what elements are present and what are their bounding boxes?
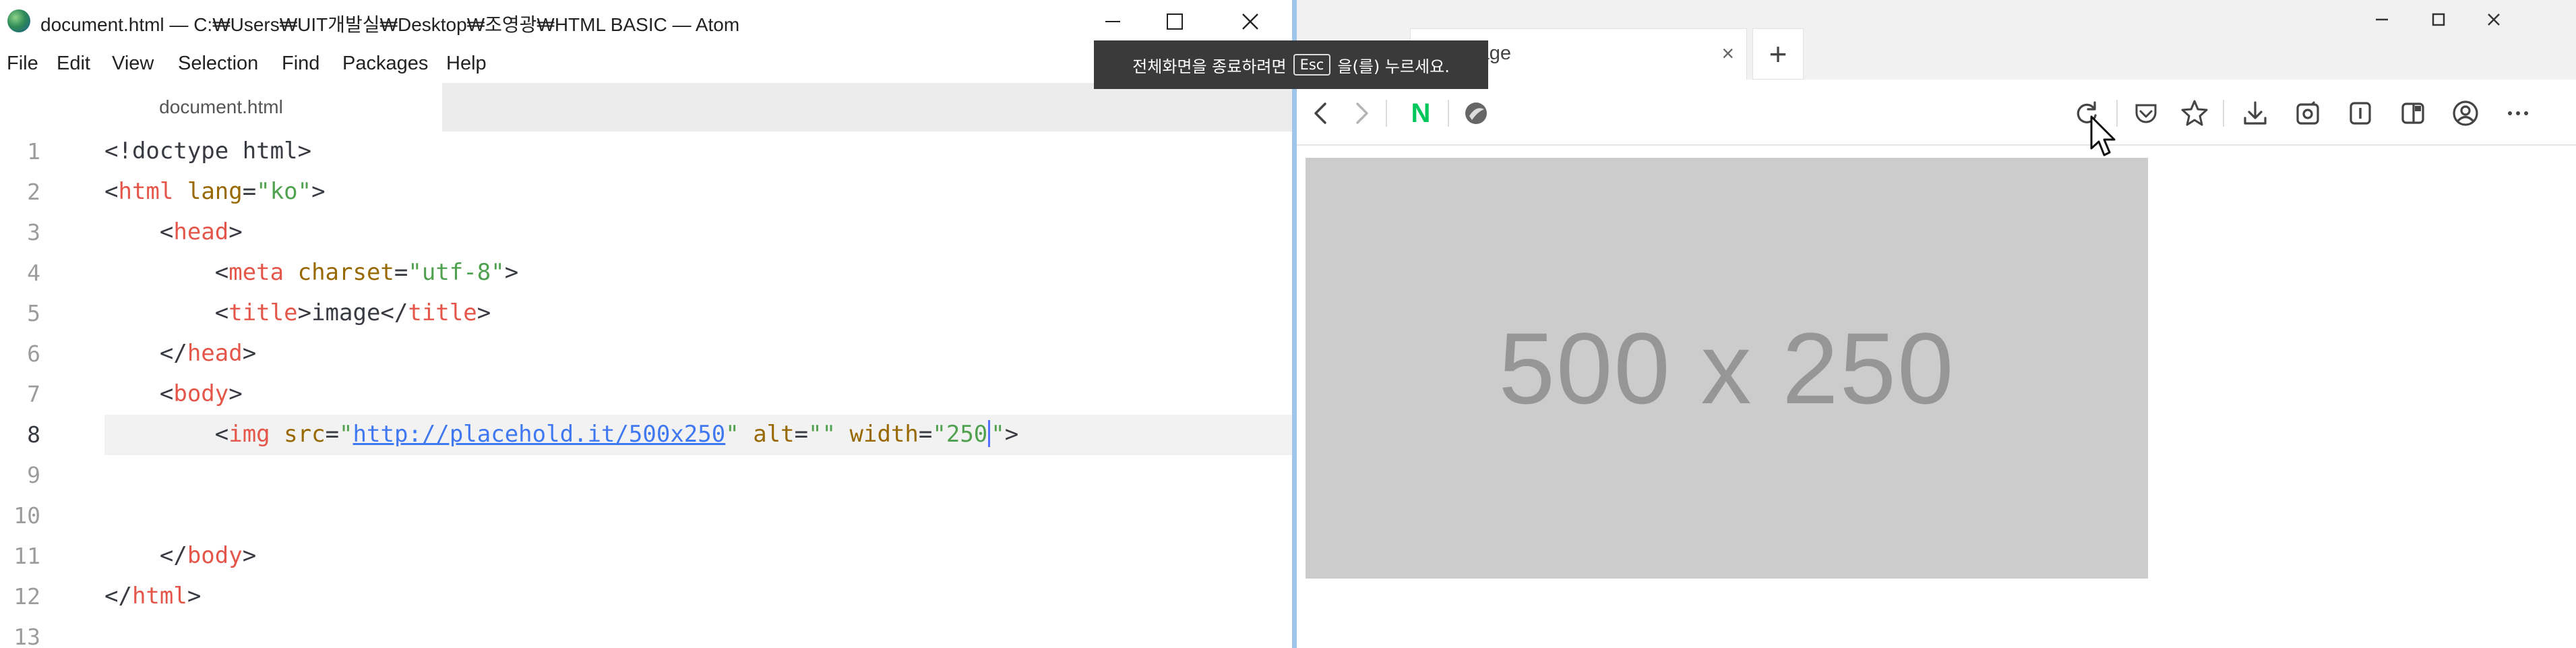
placeholder-label: 500 x 250 (1498, 311, 1955, 425)
code-line: 1 <!doctype html> (0, 131, 1292, 172)
bookmark-naver-icon[interactable]: N (1403, 96, 1438, 131)
naver-label: N (1411, 98, 1431, 128)
browser-tabstrip: image × + (1297, 0, 2576, 80)
code-line: 9 (0, 455, 1292, 496)
code-line: 8 <img src="http://placehold.it/500x250"… (0, 415, 1292, 455)
menu-find[interactable]: Find (282, 53, 319, 75)
menu-packages[interactable]: Packages (342, 53, 428, 75)
menu-selection[interactable]: Selection (178, 53, 258, 75)
placeholder-image: 500 x 250 (1306, 158, 2148, 579)
reader-icon[interactable] (2343, 96, 2378, 131)
close-icon[interactable] (1213, 4, 1287, 39)
download-icon[interactable] (2238, 96, 2273, 131)
line-number: 12 (13, 583, 40, 610)
code-line: 11 </body> (0, 536, 1292, 577)
code-line: 4 <meta charset="utf-8"> (0, 253, 1292, 293)
line-number: 8 (27, 421, 40, 448)
code-line: 3 <head> (0, 212, 1292, 253)
minimize-icon[interactable] (2355, 4, 2409, 35)
code-text: <img src="http://placehold.it/500x250" a… (104, 419, 1019, 448)
window-divider (1292, 0, 1297, 648)
code-text: <head> (104, 218, 243, 245)
maximize-icon[interactable] (2412, 4, 2465, 35)
code-text: <html lang="ko"> (104, 178, 326, 205)
browser-window: image × + N (1297, 0, 2576, 648)
line-number: 7 (27, 381, 40, 407)
page-content: 500 x 250 (1297, 146, 2576, 648)
tab-close-icon[interactable]: × (1721, 41, 1734, 66)
toolbar-separator (1386, 100, 1387, 127)
new-tab-button[interactable]: + (1752, 28, 1804, 80)
code-editor[interactable]: 1 <!doctype html> 2 <html lang="ko"> 3 <… (0, 131, 1292, 648)
code-text: <body> (104, 380, 243, 407)
atom-titlebar: document.html — C:₩Users₩UIT개발실₩Desktop₩… (0, 0, 1292, 42)
menu-help[interactable]: Help (446, 53, 487, 75)
tab-document-html[interactable]: document.html (0, 83, 442, 131)
code-text: <title>image</title> (104, 299, 491, 326)
code-text: <meta charset="utf-8"> (104, 259, 519, 286)
code-line: 10 (0, 496, 1292, 536)
code-line: 12 </html> (0, 577, 1292, 617)
line-number: 3 (27, 219, 40, 245)
forward-icon[interactable] (1344, 96, 1379, 131)
line-number: 6 (27, 341, 40, 367)
account-icon[interactable] (2448, 96, 2483, 131)
line-number: 5 (27, 300, 40, 326)
line-number: 11 (13, 543, 40, 569)
line-number: 2 (27, 179, 40, 205)
line-number: 1 (27, 138, 40, 165)
browser-toolbar: N (1297, 80, 2576, 146)
code-text: </body> (104, 542, 257, 569)
sidebar-icon[interactable] (2395, 96, 2430, 131)
code-line: 13 (0, 617, 1292, 648)
menu-edit[interactable]: Edit (57, 53, 90, 75)
toolbar-separator (1448, 100, 1449, 127)
code-text: </html> (104, 583, 202, 610)
atom-logo-icon (7, 9, 30, 32)
maximize-icon[interactable] (1138, 4, 1212, 39)
code-line: 2 <html lang="ko"> (0, 172, 1292, 212)
code-line: 7 <body> (0, 374, 1292, 415)
tooltip-text-after: 을(를) 누르세요. (1337, 57, 1450, 76)
code-text: </head> (104, 340, 257, 367)
line-number: 4 (27, 260, 40, 286)
atom-window: document.html — C:₩Users₩UIT개발실₩Desktop₩… (0, 0, 1292, 648)
star-icon[interactable] (2177, 96, 2212, 131)
menu-view[interactable]: View (112, 53, 154, 75)
esc-key-badge: Esc (1293, 54, 1331, 76)
mouse-pointer-icon (2089, 115, 2119, 163)
code-line: 5 <title>image</title> (0, 293, 1292, 334)
text-cursor (988, 419, 991, 447)
tooltip-text-before: 전체화면을 종료하려면 (1132, 57, 1287, 76)
line-number: 10 (13, 502, 40, 529)
toolbar-separator (2223, 100, 2224, 127)
code-text: <!doctype html> (104, 138, 312, 165)
more-icon[interactable] (2501, 96, 2536, 131)
menu-file[interactable]: File (7, 53, 38, 75)
window-title: document.html — C:₩Users₩UIT개발실₩Desktop₩… (40, 14, 740, 35)
line-number: 9 (27, 462, 40, 488)
editor-tabbar: document.html (0, 83, 1292, 131)
line-number: 13 (13, 624, 40, 648)
fullscreen-exit-tooltip: 전체화면을 종료하려면 Esc 을(를) 누르세요. (1094, 40, 1488, 89)
screenshot-icon[interactable] (2290, 96, 2325, 131)
close-icon[interactable] (2467, 4, 2521, 35)
back-icon[interactable] (1304, 96, 1339, 131)
pocket-icon[interactable] (2128, 96, 2164, 131)
code-line: 6 </head> (0, 334, 1292, 374)
bookmark-site-icon[interactable] (1459, 96, 1494, 131)
